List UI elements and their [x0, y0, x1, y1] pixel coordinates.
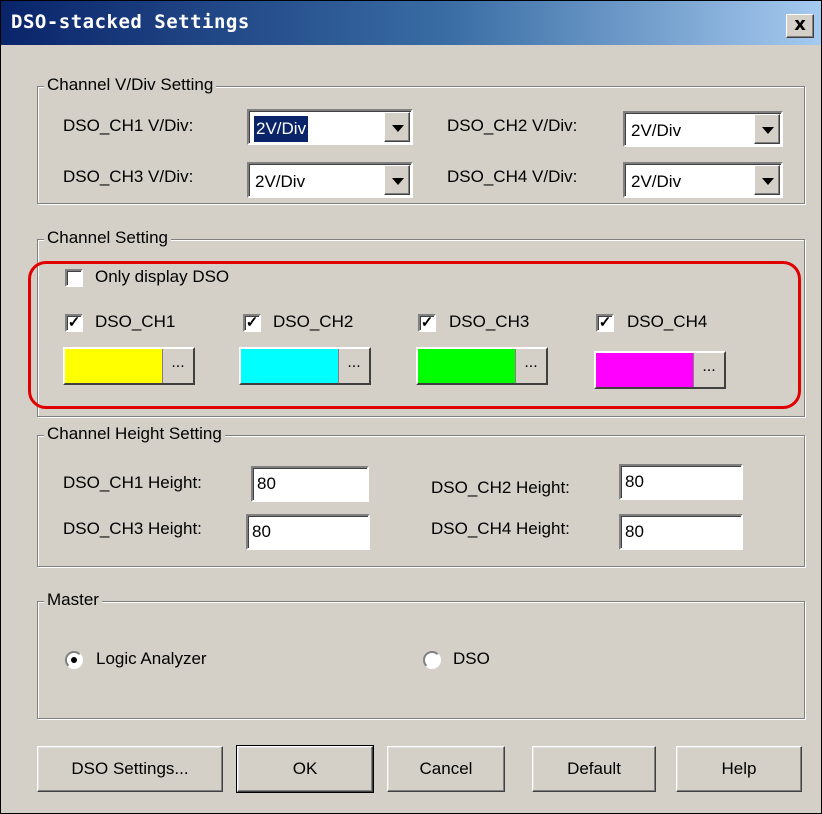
ch2-height-input[interactable]: 80 [619, 464, 743, 500]
master-legend: Master [44, 590, 102, 610]
ch3-vdiv-value: 2V/Div [255, 172, 306, 191]
master-logic-analyzer-label: Logic Analyzer [96, 649, 207, 668]
ch1-height-input[interactable]: 80 [251, 466, 369, 502]
vdiv-legend: Channel V/Div Setting [44, 75, 217, 95]
window-title: DSO-stacked Settings [11, 11, 250, 33]
ch4-vdiv-label: DSO_CH4 V/Div: [447, 167, 578, 186]
dso-settings-button[interactable]: DSO Settings... [37, 746, 223, 792]
ch3-height-input[interactable]: 80 [246, 514, 370, 550]
cancel-button[interactable]: Cancel [387, 746, 505, 792]
ch3-vdiv-select[interactable]: 2V/Div [247, 162, 413, 198]
ch2-vdiv-label: DSO_CH2 V/Div: [447, 116, 578, 135]
default-button[interactable]: Default [532, 746, 656, 792]
ch3-vdiv-label: DSO_CH3 V/Div: [63, 167, 194, 186]
ch4-height-input[interactable]: 80 [619, 514, 743, 550]
ch1-height-label: DSO_CH1 Height: [63, 473, 202, 492]
ch4-vdiv-value: 2V/Div [631, 172, 682, 191]
title-bar[interactable]: DSO-stacked Settings x [1, 1, 821, 45]
ch4-vdiv-select[interactable]: 2V/Div [623, 162, 783, 198]
chevron-down-icon[interactable] [754, 114, 780, 144]
height-legend: Channel Height Setting [44, 424, 225, 444]
ch1-vdiv-value: 2V/Div [252, 115, 310, 143]
ch1-vdiv-select[interactable]: 2V/Div [247, 109, 413, 145]
ch2-height-label: DSO_CH2 Height: [431, 478, 570, 497]
master-dso-radio[interactable] [423, 651, 441, 669]
ch1-vdiv-label: DSO_CH1 V/Div: [63, 116, 194, 135]
ok-button[interactable]: OK [236, 745, 374, 793]
highlight-annotation [28, 261, 801, 409]
ch2-vdiv-select[interactable]: 2V/Div [623, 111, 783, 147]
ch3-height-label: DSO_CH3 Height: [63, 519, 202, 538]
settings-dialog: DSO-stacked Settings x Channel V/Div Set… [0, 0, 822, 814]
help-button[interactable]: Help [676, 746, 802, 792]
ch2-vdiv-value: 2V/Div [631, 121, 682, 140]
ch4-height-label: DSO_CH4 Height: [431, 519, 570, 538]
chevron-down-icon[interactable] [384, 165, 410, 195]
master-dso-label: DSO [453, 649, 490, 668]
master-logic-analyzer-radio[interactable] [65, 651, 83, 669]
channel-legend: Channel Setting [44, 228, 171, 248]
chevron-down-icon[interactable] [754, 165, 780, 195]
close-button[interactable]: x [786, 14, 814, 38]
chevron-down-icon[interactable] [384, 112, 410, 142]
